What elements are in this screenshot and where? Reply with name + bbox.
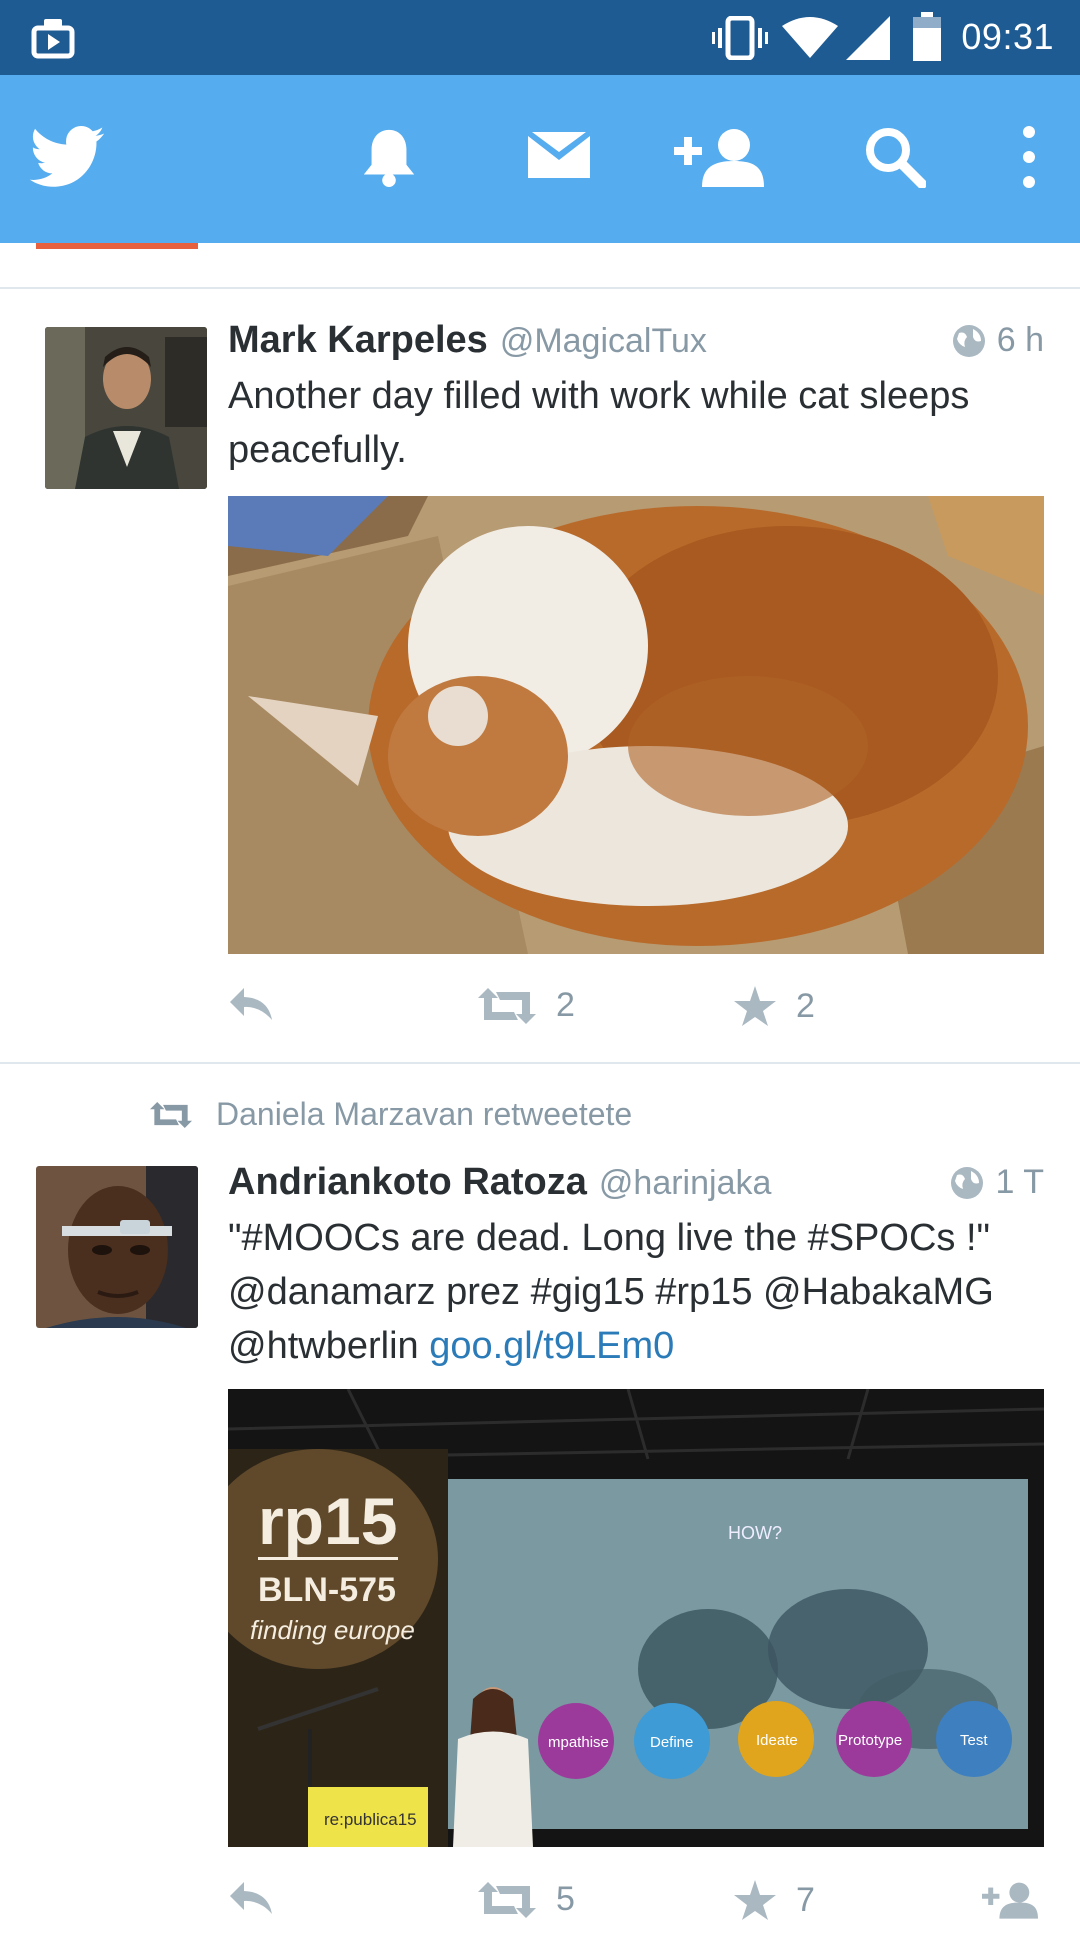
tweet-timestamp: 6 h [996, 321, 1044, 359]
tweet-text: Another day filled with work while cat s… [228, 375, 970, 471]
retweet-button[interactable]: 5 [478, 1880, 575, 1919]
avatar[interactable] [45, 327, 207, 489]
tweet[interactable]: Mark Karpeles @MagicalTux 6 h Another day… [0, 289, 1080, 1061]
reply-button[interactable] [228, 1880, 274, 1916]
tweet-meta: 1 T [949, 1163, 1044, 1202]
bell-icon[interactable] [344, 117, 434, 197]
divider [0, 1062, 1080, 1064]
retweet-button[interactable]: 2 [478, 986, 575, 1025]
media-step-1: mpathise [548, 1734, 609, 1751]
tweet-author-handle[interactable]: @MagicalTux [500, 322, 707, 360]
retweet-icon [478, 987, 536, 1024]
status-time: 09:31 [961, 16, 1054, 57]
favorite-count: 2 [796, 986, 815, 1025]
tweet-author-name[interactable]: Andriankoto Ratoza [228, 1161, 587, 1203]
globe-icon [951, 1166, 984, 1199]
add-user-icon[interactable] [674, 117, 764, 197]
tweet[interactable]: Andriankoto Ratoza @harinjaka 1 T "#MOOCs… [0, 1161, 1080, 1924]
reply-icon [230, 1882, 272, 1914]
tweet-link[interactable]: goo.gl/t9LEm0 [429, 1325, 674, 1367]
star-icon [734, 1880, 776, 1920]
media-step-5: Test [960, 1732, 988, 1749]
reply-button[interactable] [228, 986, 274, 1022]
battery-icon [913, 12, 941, 61]
retweeted-by-row: Daniela Marzavan retweetete [150, 1096, 632, 1133]
avatar[interactable] [36, 1166, 198, 1328]
media-step-3: Ideate [756, 1732, 798, 1749]
tweet-actions: 5 7 [228, 1880, 1048, 1940]
media-subtitle: BLN-575 [258, 1571, 396, 1609]
globe-icon [952, 324, 985, 357]
overflow-menu-icon[interactable] [984, 117, 1074, 197]
star-icon [734, 986, 776, 1026]
retweeted-by-label[interactable]: Daniela Marzavan retweetete [216, 1096, 632, 1133]
tweet-timestamp: 1 T [995, 1163, 1044, 1201]
favorite-button[interactable]: 7 [734, 1880, 815, 1920]
tweet-text-block: "#MOOCs are dead. Long live the #SPOCs !… [228, 1211, 1048, 1373]
tweet-author-handle[interactable]: @harinjaka [599, 1164, 772, 1202]
twitter-bird-icon[interactable] [22, 117, 112, 197]
tweet-actions: 2 2 [228, 986, 1048, 1046]
reply-icon [230, 988, 272, 1020]
screenshot-notification-icon [31, 19, 75, 59]
favorite-count: 7 [796, 1880, 815, 1919]
tweet-header: Andriankoto Ratoza @harinjaka [228, 1161, 771, 1204]
media-step-4: Prototype [838, 1732, 902, 1749]
media-tagline: finding europe [250, 1615, 415, 1645]
search-icon[interactable] [850, 117, 940, 197]
status-bar: 09:31 [0, 0, 1080, 75]
add-user-icon [982, 1882, 1038, 1919]
media-step-2: Define [650, 1734, 693, 1751]
envelope-icon[interactable] [514, 117, 604, 197]
tweet-media-conference-photo[interactable]: rp15 BLN-575 finding europe HOW? mpathis… [228, 1389, 1044, 1847]
retweet-count: 2 [556, 986, 575, 1024]
vibrate-icon [712, 16, 768, 60]
retweet-icon [150, 1101, 192, 1128]
retweet-count: 5 [556, 1880, 575, 1918]
media-podium-text: re:publica15 [324, 1810, 417, 1829]
follow-button[interactable] [982, 1880, 1038, 1920]
app-bar [0, 75, 1080, 243]
tweet-media-cat-photo[interactable] [228, 496, 1044, 954]
tweet-meta: 6 h [951, 321, 1044, 360]
retweet-icon [478, 1881, 536, 1918]
tweet-author-name[interactable]: Mark Karpeles [228, 319, 488, 361]
media-logo: rp15 [258, 1484, 397, 1558]
previous-tweet-remnant [36, 243, 198, 249]
signal-icon [846, 16, 890, 60]
favorite-button[interactable]: 2 [734, 986, 815, 1026]
wifi-icon [782, 17, 838, 58]
tweet-header: Mark Karpeles @MagicalTux [228, 319, 707, 362]
media-how: HOW? [728, 1523, 782, 1543]
